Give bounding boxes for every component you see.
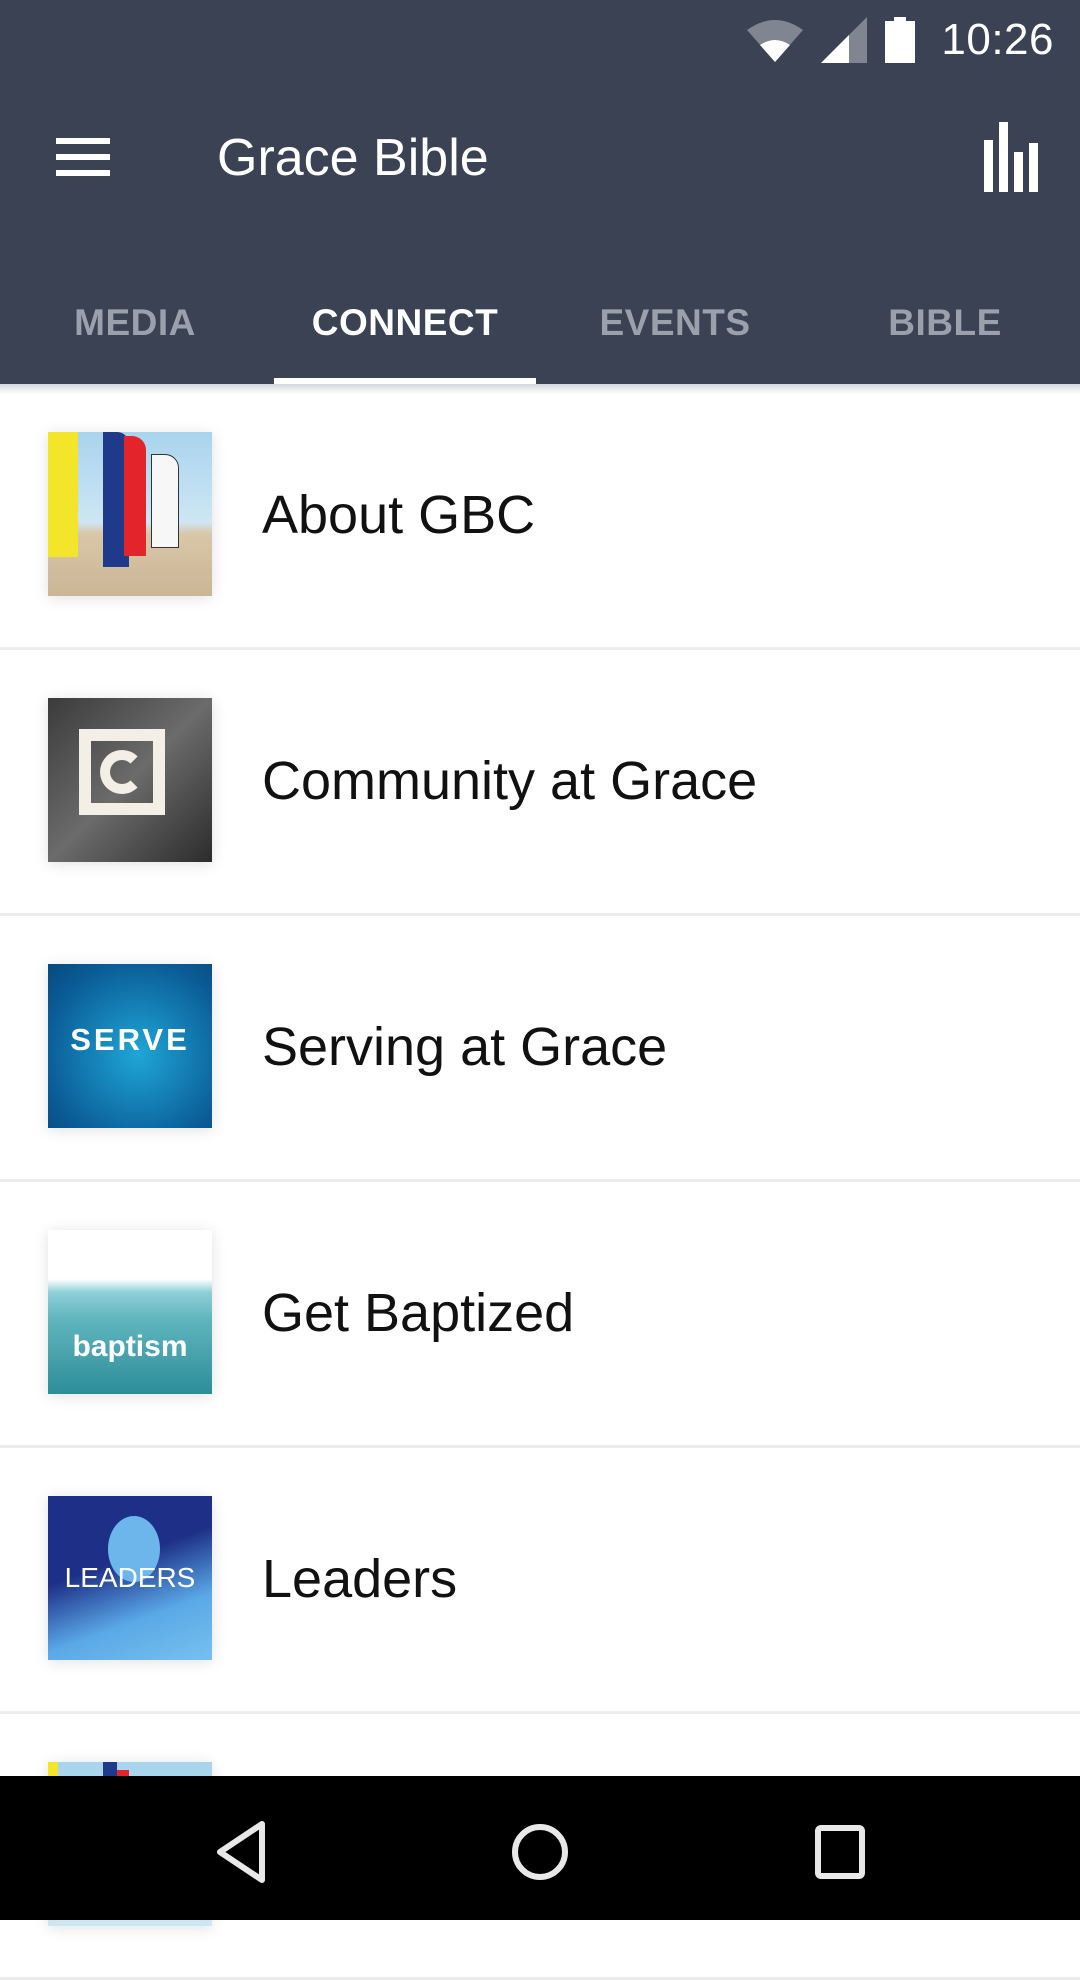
tab-connect[interactable]: CONNECT — [270, 274, 540, 384]
app-title: Grace Bible — [217, 129, 489, 187]
app-bar-shadow — [0, 384, 1080, 394]
baptism-thumbnail: baptism — [48, 1230, 212, 1394]
about-gbc-thumbnail — [48, 432, 212, 596]
list-item-baptized[interactable]: baptism Get Baptized — [0, 1182, 1080, 1448]
list-item-label: Serving at Grace — [262, 1017, 668, 1077]
cell-signal-icon — [821, 17, 868, 63]
thumbnail-text: SERVE — [70, 1022, 190, 1057]
leaders-thumbnail: LEADERS — [48, 1496, 212, 1660]
app-bar: Grace Bible MEDIA CONNECT EVENTS BIBLE — [0, 80, 1080, 384]
back-icon[interactable] — [200, 1812, 280, 1892]
system-nav-bar — [0, 1776, 1080, 1920]
battery-icon — [885, 17, 916, 63]
connect-list: About GBC Community at Grace SERVE Servi… — [0, 384, 1080, 1980]
tab-media[interactable]: MEDIA — [0, 274, 270, 384]
list-item-serving[interactable]: SERVE Serving at Grace — [0, 916, 1080, 1182]
tab-bar: MEDIA CONNECT EVENTS BIBLE — [0, 274, 1080, 384]
list-item-community[interactable]: Community at Grace — [0, 650, 1080, 916]
wifi-icon — [747, 20, 804, 62]
bar-chart-icon[interactable] — [980, 120, 1042, 192]
status-bar: 10:26 — [0, 0, 1080, 80]
tab-events[interactable]: EVENTS — [540, 274, 810, 384]
recents-icon[interactable] — [800, 1812, 880, 1892]
clock: 10:26 — [941, 15, 1054, 64]
hamburger-menu-icon[interactable] — [52, 132, 116, 186]
thumbnail-text: LEADERS — [64, 1562, 196, 1593]
list-item-label: About GBC — [262, 485, 536, 545]
community-thumbnail — [48, 698, 212, 862]
home-icon[interactable] — [500, 1812, 580, 1892]
list-item-label: Get Baptized — [262, 1283, 575, 1343]
serve-thumbnail: SERVE — [48, 964, 212, 1128]
list-item-label: Community at Grace — [262, 751, 758, 811]
list-item-leaders[interactable]: LEADERS Leaders — [0, 1448, 1080, 1714]
thumbnail-text: baptism — [72, 1330, 188, 1363]
tab-bible[interactable]: BIBLE — [810, 274, 1080, 384]
list-item-about-gbc[interactable]: About GBC — [0, 384, 1080, 650]
list-item-label: Leaders — [262, 1549, 458, 1609]
